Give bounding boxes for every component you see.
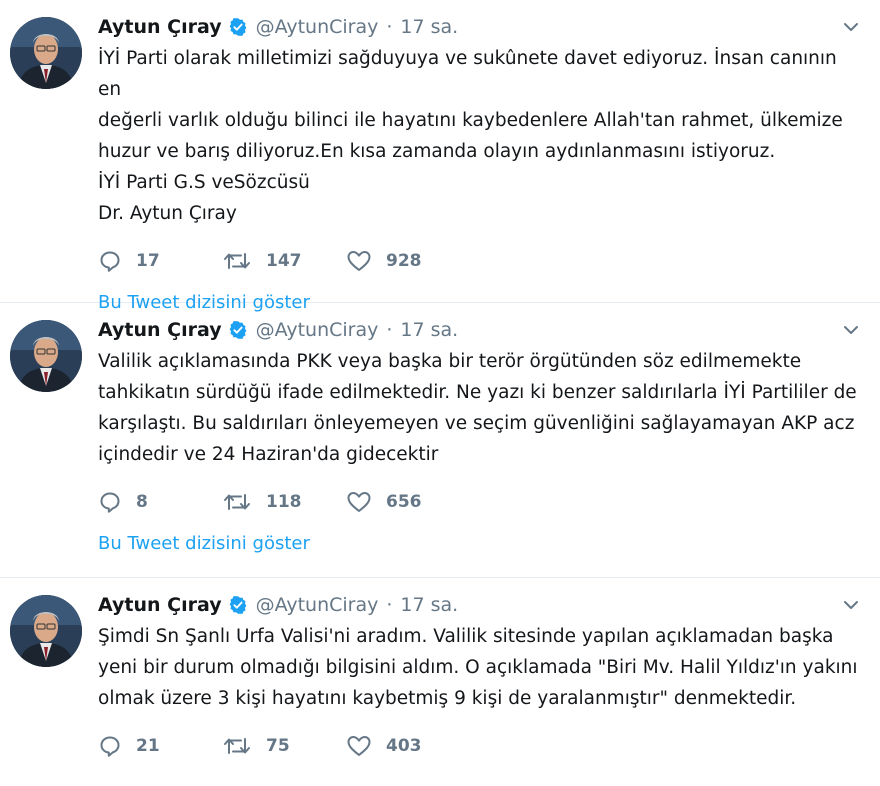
tweet-text: İYİ Parti olarak milletimizi sağduyuya v… (98, 43, 864, 229)
like-icon (346, 490, 372, 514)
tweet-text-line: tahkikatın sürdüğü ifade edilmektedir. N… (98, 382, 857, 403)
tweet-text-line: olmak üzere 3 kişi hayatını kaybetmiş 9 … (98, 688, 797, 709)
tweet-actions: 21 75 403 (98, 730, 864, 762)
retweet-button[interactable]: 118 (222, 490, 346, 514)
reply-icon (98, 490, 122, 514)
retweet-count: 118 (266, 492, 302, 512)
tweet-text-line: Valilik açıklamasında PKK veya başka bir… (98, 351, 802, 372)
verified-badge-icon (228, 595, 248, 615)
like-icon (346, 249, 372, 273)
author-name[interactable]: Aytun Çıray (98, 16, 222, 38)
reply-button[interactable]: 17 (98, 249, 222, 273)
timestamp[interactable]: 17 sa. (400, 319, 458, 341)
retweet-count: 75 (266, 736, 290, 756)
like-button[interactable]: 928 (346, 249, 470, 273)
like-count: 403 (386, 736, 422, 756)
tweet-text-line: yeni bir durum olmadığı bilgisini aldım.… (98, 657, 858, 678)
avatar[interactable] (10, 595, 82, 667)
separator-dot: · (386, 16, 393, 38)
tweet-header: Aytun Çıray @AytunCiray · 17 sa. (98, 590, 864, 620)
like-count: 928 (386, 251, 422, 271)
tweet-text-line: Dr. Aytun Çıray (98, 203, 237, 224)
reply-button[interactable]: 21 (98, 734, 222, 758)
reply-icon (98, 249, 122, 273)
retweet-icon (222, 249, 252, 273)
tweet-text-line: karşılaştı. Bu saldırıları önleyemeyen v… (98, 413, 855, 434)
verified-badge-icon (228, 320, 248, 340)
reply-count: 8 (136, 492, 148, 512)
tweet[interactable]: Aytun Çıray @AytunCiray · 17 sa. İYİ Par… (0, 0, 880, 313)
tweet-text: Valilik açıklamasında PKK veya başka bir… (98, 346, 864, 470)
avatar[interactable] (10, 17, 82, 89)
tweet-text: Şimdi Sn Şanlı Urfa Valisi'ni aradım. Va… (98, 621, 864, 714)
tweet-feed: Aytun Çıray @AytunCiray · 17 sa. İYİ Par… (0, 0, 880, 786)
tweet-text-line: içindedir ve 24 Haziran'da gidecektir (98, 444, 439, 465)
tweet-text-line: İYİ Parti G.S veSözcüsü (98, 172, 310, 193)
reply-count: 17 (136, 251, 160, 271)
chevron-down-icon[interactable] (840, 319, 862, 341)
separator-dot: · (386, 319, 393, 341)
retweet-button[interactable]: 75 (222, 734, 346, 758)
tweet[interactable]: Aytun Çıray @AytunCiray · 17 sa. Valilik… (0, 303, 880, 578)
retweet-icon (222, 490, 252, 514)
author-handle[interactable]: @AytunCiray (256, 319, 379, 341)
verified-badge-icon (228, 17, 248, 37)
reply-icon (98, 734, 122, 758)
avatar[interactable] (10, 320, 82, 392)
like-count: 656 (386, 492, 422, 512)
author-name[interactable]: Aytun Çıray (98, 319, 222, 341)
tweet-text-line: Şimdi Sn Şanlı Urfa Valisi'ni aradım. Va… (98, 626, 834, 647)
tweet-actions: 17 147 928 (98, 245, 864, 277)
retweet-button[interactable]: 147 (222, 249, 346, 273)
reply-count: 21 (136, 736, 160, 756)
show-thread-link[interactable]: Bu Tweet dizisini göster (98, 533, 310, 554)
separator-dot: · (386, 594, 393, 616)
tweet-text-line: İYİ Parti olarak milletimizi sağduyuya v… (98, 48, 837, 100)
tweet-header: Aytun Çıray @AytunCiray · 17 sa. (98, 12, 864, 42)
chevron-down-icon[interactable] (840, 16, 862, 38)
author-handle[interactable]: @AytunCiray (256, 594, 379, 616)
retweet-icon (222, 734, 252, 758)
tweet-actions: 8 118 656 (98, 486, 864, 518)
timestamp[interactable]: 17 sa. (400, 16, 458, 38)
tweet[interactable]: Aytun Çıray @AytunCiray · 17 sa. Şimdi S… (0, 578, 880, 786)
like-button[interactable]: 656 (346, 490, 470, 514)
chevron-down-icon[interactable] (840, 594, 862, 616)
author-handle[interactable]: @AytunCiray (256, 16, 379, 38)
timestamp[interactable]: 17 sa. (400, 594, 458, 616)
tweet-header: Aytun Çıray @AytunCiray · 17 sa. (98, 315, 864, 345)
retweet-count: 147 (266, 251, 302, 271)
reply-button[interactable]: 8 (98, 490, 222, 514)
author-name[interactable]: Aytun Çıray (98, 594, 222, 616)
like-button[interactable]: 403 (346, 734, 470, 758)
tweet-text-line: değerli varlık olduğu bilinci ile hayatı… (98, 110, 843, 131)
tweet-text-line: huzur ve barış diliyoruz.En kısa zamanda… (98, 141, 776, 162)
like-icon (346, 734, 372, 758)
